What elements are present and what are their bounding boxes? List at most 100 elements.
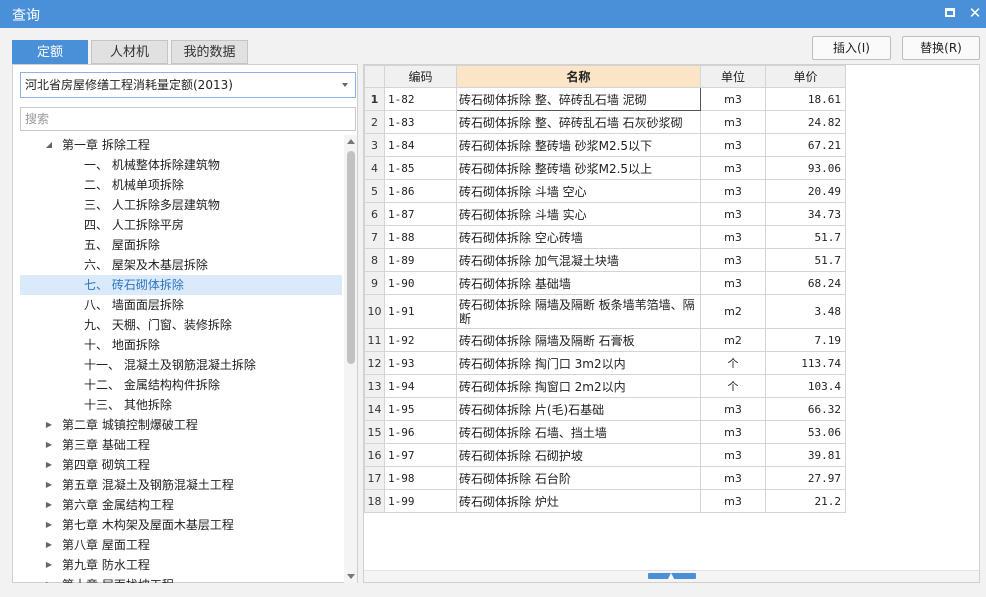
- unit-cell[interactable]: m3: [700, 397, 766, 421]
- unit-cell[interactable]: 个: [700, 374, 766, 398]
- code-cell[interactable]: 1-90: [384, 271, 457, 295]
- tree-item[interactable]: 十一、 混凝土及钢筋混凝土拆除: [20, 355, 342, 375]
- unit-cell[interactable]: m3: [700, 248, 766, 272]
- row-index-cell[interactable]: 9: [364, 271, 385, 295]
- row-index-cell[interactable]: 8: [364, 248, 385, 272]
- table-row[interactable]: 17 1-98 砖石砌体拆除 石台阶 m3 27.97: [364, 466, 846, 490]
- code-cell[interactable]: 1-86: [384, 179, 457, 203]
- table-row[interactable]: 1 1-82 砖石砌体拆除 整、碎砖乱石墙 泥砌 m3 18.61: [364, 87, 846, 111]
- name-cell[interactable]: 砖石砌体拆除 石砌护坡: [456, 443, 701, 467]
- row-index-cell[interactable]: 12: [364, 351, 385, 375]
- tree-item[interactable]: 二、 机械单项拆除: [20, 175, 342, 195]
- code-cell[interactable]: 1-97: [384, 443, 457, 467]
- price-cell[interactable]: 7.19: [765, 328, 846, 352]
- tree-scrollbar[interactable]: [344, 135, 357, 583]
- collapsed-caret-icon[interactable]: ▶: [44, 455, 54, 475]
- tree-item[interactable]: 十二、 金属结构构件拆除: [20, 375, 342, 395]
- collapsed-caret-icon[interactable]: ▶: [44, 415, 54, 435]
- name-cell[interactable]: 砖石砌体拆除 隔墙及隔断 石膏板: [456, 328, 701, 352]
- unit-cell[interactable]: m3: [700, 110, 766, 134]
- collapsed-caret-icon[interactable]: ▶: [44, 575, 54, 583]
- table-row[interactable]: 2 1-83 砖石砌体拆除 整、碎砖乱石墙 石灰砂浆砌 m3 24.82: [364, 110, 846, 134]
- table-row[interactable]: 5 1-86 砖石砌体拆除 斗墙 空心 m3 20.49: [364, 179, 846, 203]
- unit-cell[interactable]: m3: [700, 443, 766, 467]
- price-cell[interactable]: 27.97: [765, 466, 846, 490]
- tree-item[interactable]: 一、 机械整体拆除建筑物: [20, 155, 342, 175]
- row-index-cell[interactable]: 10: [364, 294, 385, 329]
- unit-cell[interactable]: m3: [700, 156, 766, 180]
- tree-item[interactable]: 七、 砖石砌体拆除: [20, 275, 342, 295]
- code-cell[interactable]: 1-94: [384, 374, 457, 398]
- name-cell[interactable]: 砖石砌体拆除 隔墙及隔断 板条墙苇箔墙、隔断: [456, 294, 701, 329]
- maximize-icon[interactable]: [941, 4, 959, 22]
- row-index-cell[interactable]: 1: [364, 87, 385, 111]
- tab-my-data[interactable]: 我的数据: [171, 40, 248, 64]
- collapsed-caret-icon[interactable]: ▶: [44, 475, 54, 495]
- code-cell[interactable]: 1-99: [384, 489, 457, 513]
- name-cell[interactable]: 砖石砌体拆除 掏门口 3m2以内: [456, 351, 701, 375]
- unit-cell[interactable]: m2: [700, 328, 766, 352]
- name-cell[interactable]: 砖石砌体拆除 斗墙 空心: [456, 179, 701, 203]
- row-index-cell[interactable]: 6: [364, 202, 385, 226]
- row-index-cell[interactable]: 15: [364, 420, 385, 444]
- tree-item[interactable]: ◢ 第一章 拆除工程: [20, 135, 342, 155]
- name-cell[interactable]: 砖石砌体拆除 石墙、挡土墙: [456, 420, 701, 444]
- table-row[interactable]: 3 1-84 砖石砌体拆除 整砖墙 砂浆M2.5以下 m3 67.21: [364, 133, 846, 157]
- code-cell[interactable]: 1-87: [384, 202, 457, 226]
- unit-cell[interactable]: m3: [700, 179, 766, 203]
- table-row[interactable]: 6 1-87 砖石砌体拆除 斗墙 实心 m3 34.73: [364, 202, 846, 226]
- price-cell[interactable]: 39.81: [765, 443, 846, 467]
- price-cell[interactable]: 113.74: [765, 351, 846, 375]
- collapsed-caret-icon[interactable]: ▶: [44, 535, 54, 555]
- name-cell[interactable]: 砖石砌体拆除 石台阶: [456, 466, 701, 490]
- price-cell[interactable]: 66.32: [765, 397, 846, 421]
- name-cell[interactable]: 砖石砌体拆除 空心砖墙: [456, 225, 701, 249]
- tree-item[interactable]: ▶ 第九章 防水工程: [20, 555, 342, 575]
- tree-item[interactable]: 三、 人工拆除多层建筑物: [20, 195, 342, 215]
- code-cell[interactable]: 1-95: [384, 397, 457, 421]
- price-cell[interactable]: 67.21: [765, 133, 846, 157]
- name-cell[interactable]: 砖石砌体拆除 整、碎砖乱石墙 石灰砂浆砌: [456, 110, 701, 134]
- price-cell[interactable]: 103.4: [765, 374, 846, 398]
- column-header-price[interactable]: 单价: [765, 65, 846, 88]
- replace-button[interactable]: 替换(R): [902, 36, 980, 60]
- code-cell[interactable]: 1-96: [384, 420, 457, 444]
- name-cell[interactable]: 砖石砌体拆除 片(毛)石基础: [456, 397, 701, 421]
- column-header-code[interactable]: 编码: [384, 65, 457, 88]
- collapsed-caret-icon[interactable]: ▶: [44, 495, 54, 515]
- column-header-name[interactable]: 名称: [456, 65, 701, 88]
- collapsed-caret-icon[interactable]: ▶: [44, 515, 54, 535]
- unit-cell[interactable]: m3: [700, 87, 766, 111]
- name-cell[interactable]: 砖石砌体拆除 加气混凝土块墙: [456, 248, 701, 272]
- name-cell[interactable]: 砖石砌体拆除 基础墙: [456, 271, 701, 295]
- name-cell[interactable]: 砖石砌体拆除 斗墙 实心: [456, 202, 701, 226]
- row-index-cell[interactable]: 3: [364, 133, 385, 157]
- collapsed-caret-icon[interactable]: ▶: [44, 555, 54, 575]
- price-cell[interactable]: 20.49: [765, 179, 846, 203]
- unit-cell[interactable]: m3: [700, 271, 766, 295]
- price-cell[interactable]: 68.24: [765, 271, 846, 295]
- code-cell[interactable]: 1-85: [384, 156, 457, 180]
- scroll-up-icon[interactable]: [347, 139, 355, 144]
- code-cell[interactable]: 1-84: [384, 133, 457, 157]
- price-cell[interactable]: 51.7: [765, 248, 846, 272]
- search-input[interactable]: 搜索: [20, 107, 356, 131]
- tree-item[interactable]: 八、 墙面面层拆除: [20, 295, 342, 315]
- code-cell[interactable]: 1-93: [384, 351, 457, 375]
- unit-cell[interactable]: m3: [700, 466, 766, 490]
- row-index-cell[interactable]: 7: [364, 225, 385, 249]
- row-index-cell[interactable]: 17: [364, 466, 385, 490]
- grid-horizontal-scrollbar[interactable]: ▲: [364, 570, 979, 582]
- unit-cell[interactable]: m3: [700, 225, 766, 249]
- table-row[interactable]: 18 1-99 砖石砌体拆除 炉灶 m3 21.2: [364, 489, 846, 513]
- table-row[interactable]: 11 1-92 砖石砌体拆除 隔墙及隔断 石膏板 m2 7.19: [364, 328, 846, 352]
- column-header-unit[interactable]: 单位: [700, 65, 766, 88]
- tree-item[interactable]: 十、 地面拆除: [20, 335, 342, 355]
- scroll-down-icon[interactable]: [347, 574, 355, 579]
- table-row[interactable]: 4 1-85 砖石砌体拆除 整砖墙 砂浆M2.5以上 m3 93.06: [364, 156, 846, 180]
- tree-item[interactable]: ▶ 第五章 混凝土及钢筋混凝土工程: [20, 475, 342, 495]
- tree-item[interactable]: ▶ 第三章 基础工程: [20, 435, 342, 455]
- unit-cell[interactable]: m3: [700, 420, 766, 444]
- unit-cell[interactable]: m2: [700, 294, 766, 329]
- price-cell[interactable]: 53.06: [765, 420, 846, 444]
